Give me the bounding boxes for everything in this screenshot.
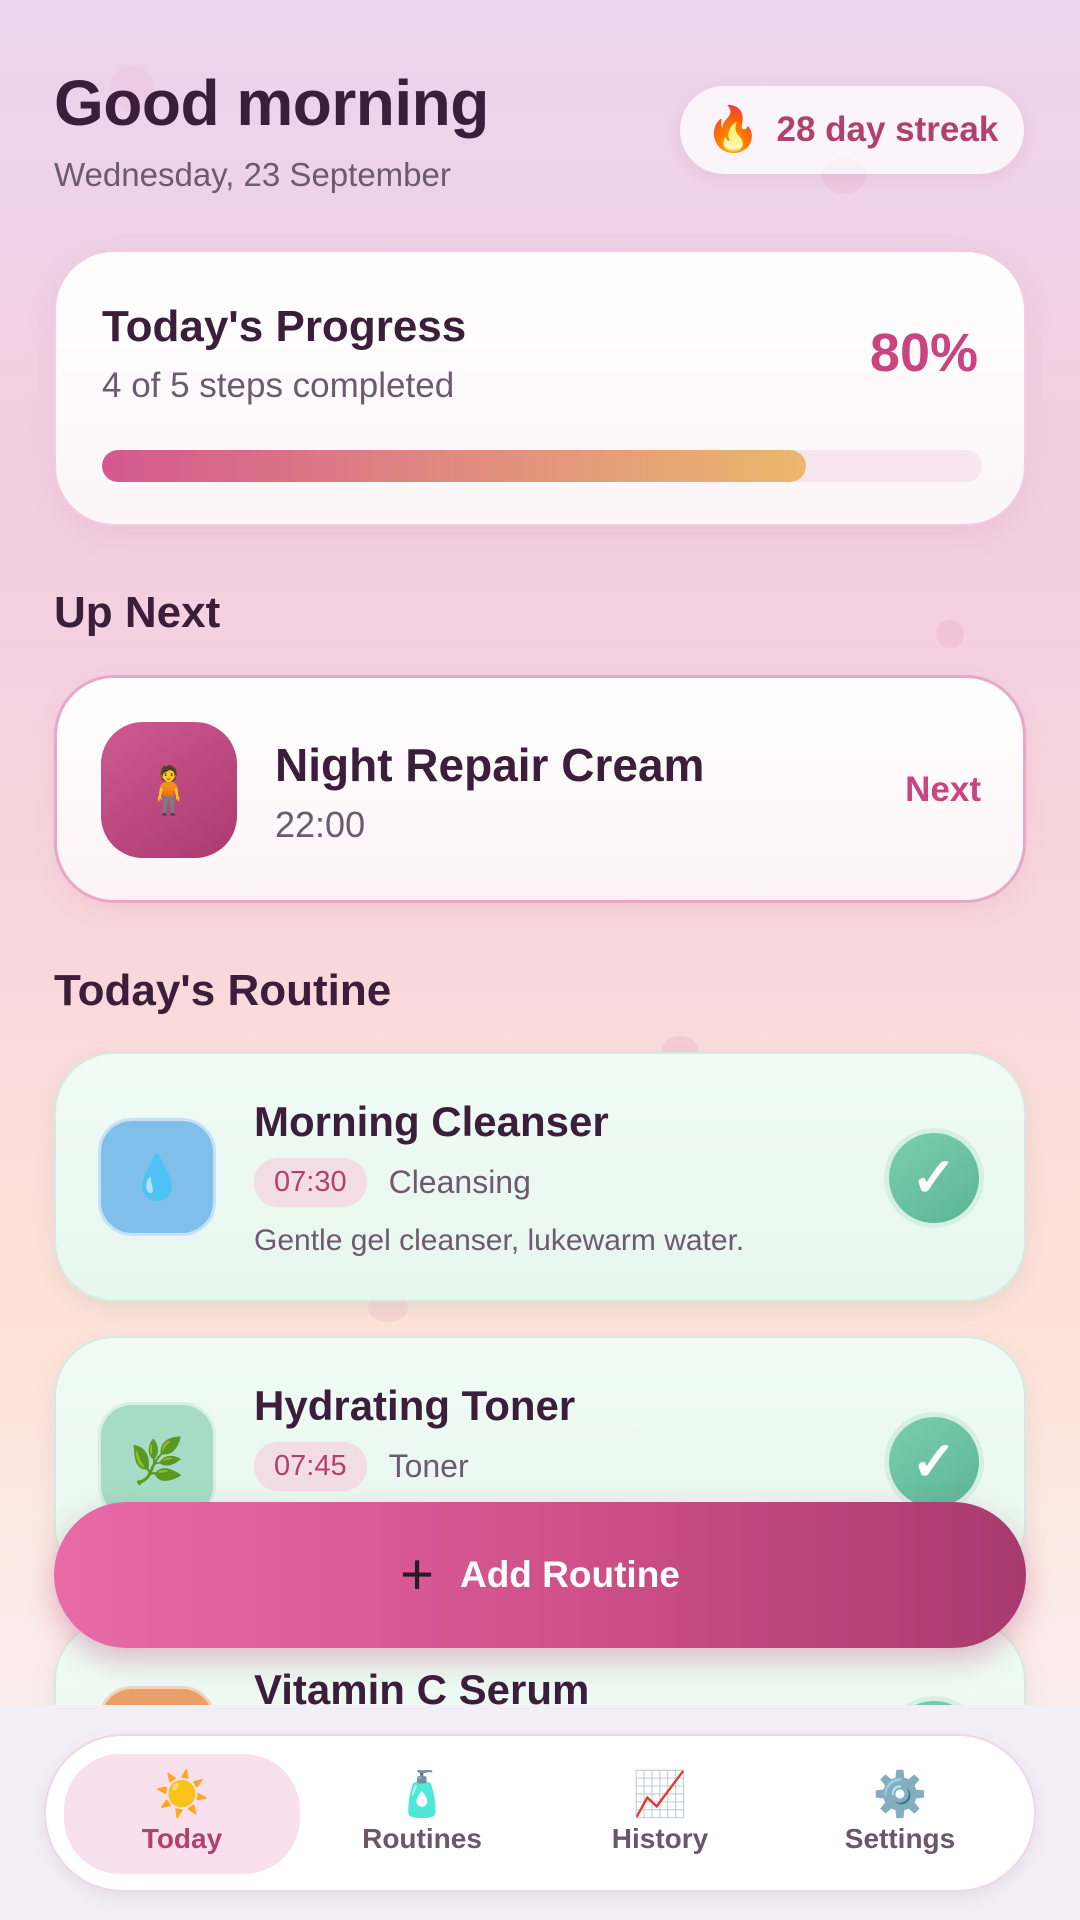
streak-badge[interactable]: 🔥 28 day streak xyxy=(680,86,1024,174)
routine-card-morning-cleanser[interactable]: 💧 Morning Cleanser 07:30 Cleansing Gentl… xyxy=(54,1052,1026,1302)
water-drop-icon: 💧 xyxy=(98,1118,216,1236)
routine-name: Morning Cleanser xyxy=(254,1098,609,1145)
up-next-heading: Up Next xyxy=(54,588,221,637)
routine-name: Hydrating Toner xyxy=(254,1382,576,1429)
routine-category: Cleansing xyxy=(388,1164,531,1200)
nav-tab-label: History xyxy=(611,1823,709,1854)
routine-time-chip: 07:45 xyxy=(254,1442,367,1491)
streak-label: 28 day streak xyxy=(776,110,999,149)
routine-name: Vitamin C Serum xyxy=(254,1666,590,1705)
nav-tab-label: Settings xyxy=(844,1823,956,1854)
plus-icon: + xyxy=(400,1542,434,1607)
progress-fill xyxy=(102,450,806,482)
fire-icon: 🔥 xyxy=(705,105,761,154)
add-routine-label: Add Routine xyxy=(459,1554,680,1595)
date-label: Wednesday, 23 September xyxy=(54,156,451,193)
up-next-name: Night Repair Cream xyxy=(275,739,705,791)
decor-bubble xyxy=(936,620,964,648)
routine-category: Toner xyxy=(388,1448,469,1484)
sun-icon: ☀️ xyxy=(154,1770,210,1819)
gear-icon: ⚙️ xyxy=(872,1770,928,1819)
nav-tab-history[interactable]: 📈 History xyxy=(542,1754,778,1874)
lotion-bottle-icon: 🧴 xyxy=(394,1770,450,1819)
progress-percent: 80% xyxy=(869,323,978,383)
progress-track xyxy=(102,450,982,482)
routine-time-chip: 07:30 xyxy=(254,1158,367,1207)
person-icon: 🧍 xyxy=(101,722,237,858)
nav-tab-settings[interactable]: ⚙️ Settings xyxy=(782,1754,1018,1874)
routine-description: Gentle gel cleanser, lukewarm water. xyxy=(254,1224,745,1257)
nav-tab-label: Routines xyxy=(362,1823,482,1854)
check-icon[interactable]: ✓ xyxy=(884,1412,984,1512)
up-next-time: 22:00 xyxy=(275,804,366,845)
check-icon[interactable]: ✓ xyxy=(884,1128,984,1228)
nav-tab-today[interactable]: ☀️ Today xyxy=(64,1754,300,1874)
greeting-title: Good morning xyxy=(54,67,489,139)
next-button[interactable]: Next xyxy=(905,770,981,810)
routine-heading: Today's Routine xyxy=(54,966,392,1015)
chart-icon: 📈 xyxy=(632,1770,688,1819)
bottom-nav: ☀️ Today 🧴 Routines 📈 History ⚙️ Setting… xyxy=(44,1734,1036,1892)
nav-tab-routines[interactable]: 🧴 Routines xyxy=(304,1754,540,1874)
serum-icon xyxy=(98,1686,216,1705)
progress-title: Today's Progress xyxy=(102,302,467,351)
up-next-card[interactable]: 🧍 Night Repair Cream 22:00 Next xyxy=(54,675,1026,903)
add-routine-button[interactable]: + Add Routine xyxy=(54,1502,1026,1648)
check-icon[interactable]: ✓ xyxy=(884,1696,984,1705)
nav-tab-label: Today xyxy=(141,1823,223,1854)
progress-subtitle: 4 of 5 steps completed xyxy=(102,366,455,405)
progress-card: Today's Progress 4 of 5 steps completed … xyxy=(54,250,1026,526)
